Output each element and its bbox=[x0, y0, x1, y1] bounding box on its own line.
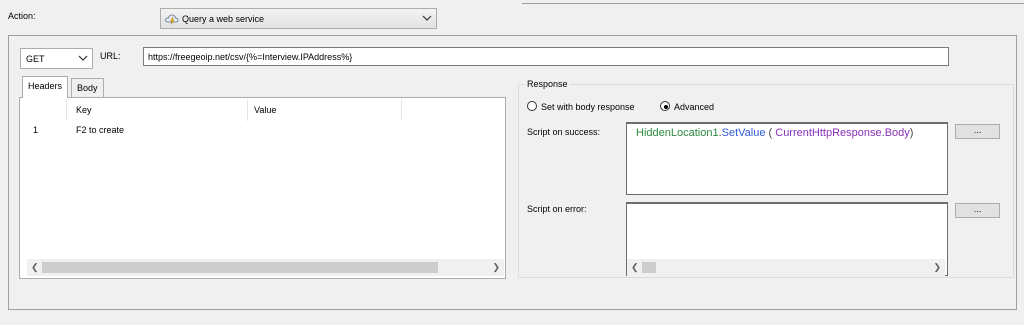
script-on-success-label: Script on success: bbox=[527, 127, 601, 137]
scroll-right-icon[interactable]: ❯ bbox=[492, 263, 500, 272]
tab-headers[interactable]: Headers bbox=[22, 76, 69, 98]
code-method: SetValue bbox=[721, 127, 766, 139]
action-select-value: Query a web service bbox=[182, 14, 265, 24]
cloud-lightning-icon bbox=[165, 13, 179, 27]
radio-set-with-body-label: Set with body response bbox=[541, 102, 635, 112]
table-row[interactable]: 1 F2 to create bbox=[21, 121, 504, 137]
column-key[interactable]: Key bbox=[76, 105, 92, 115]
headers-grid-scrollbar[interactable]: ❮ ❯ bbox=[27, 259, 504, 276]
http-method-select[interactable]: GET bbox=[20, 48, 93, 69]
code-argument-object: CurrentHttpResponse bbox=[775, 127, 882, 139]
radio-circle[interactable] bbox=[527, 101, 537, 111]
headers-grid-header: Key Value bbox=[21, 99, 504, 121]
radio-circle[interactable] bbox=[660, 101, 670, 111]
url-label: URL: bbox=[100, 51, 121, 61]
script-on-success-editor[interactable]: HiddenLocation1.SetValue ( CurrentHttpRe… bbox=[626, 122, 948, 195]
error-script-browse-button[interactable]: ... bbox=[955, 203, 1000, 218]
scroll-left-icon[interactable]: ❮ bbox=[31, 263, 39, 272]
http-method-value: GET bbox=[26, 54, 45, 64]
scroll-left-icon[interactable]: ❮ bbox=[631, 263, 639, 272]
code-paren-open: ( bbox=[765, 127, 776, 139]
column-value[interactable]: Value bbox=[254, 105, 276, 115]
scrollbar-thumb[interactable] bbox=[642, 262, 656, 273]
action-label: Action: bbox=[8, 11, 36, 21]
code-paren-close: ) bbox=[909, 127, 914, 139]
chevron-down-icon bbox=[422, 14, 432, 24]
row-key[interactable]: F2 to create bbox=[76, 125, 124, 135]
success-code-line: HiddenLocation1.SetValue ( CurrentHttpRe… bbox=[636, 127, 913, 139]
error-script-scrollbar[interactable]: ❮ ❯ bbox=[627, 259, 945, 276]
radio-advanced-label: Advanced bbox=[674, 102, 715, 112]
action-select[interactable]: Query a web service bbox=[160, 8, 437, 29]
code-argument-property: Body bbox=[884, 127, 910, 139]
response-legend: Response bbox=[525, 79, 570, 89]
code-object: HiddenLocation1 bbox=[636, 127, 719, 139]
chevron-down-icon bbox=[78, 54, 88, 64]
scrollbar-thumb[interactable] bbox=[42, 262, 438, 273]
success-script-browse-button[interactable]: ... bbox=[955, 124, 1000, 139]
top-window-border bbox=[522, 0, 1024, 4]
url-input[interactable]: https://freegeoip.net/csv/{%=Interview.I… bbox=[143, 47, 949, 66]
script-on-error-label: Script on error: bbox=[527, 204, 587, 214]
script-on-error-editor[interactable]: ❮ ❯ bbox=[626, 202, 948, 276]
url-input-value: https://freegeoip.net/csv/{%=Interview.I… bbox=[148, 52, 353, 62]
tab-body[interactable]: Body bbox=[71, 78, 104, 97]
row-number: 1 bbox=[33, 125, 39, 135]
scroll-right-icon[interactable]: ❯ bbox=[933, 263, 941, 272]
